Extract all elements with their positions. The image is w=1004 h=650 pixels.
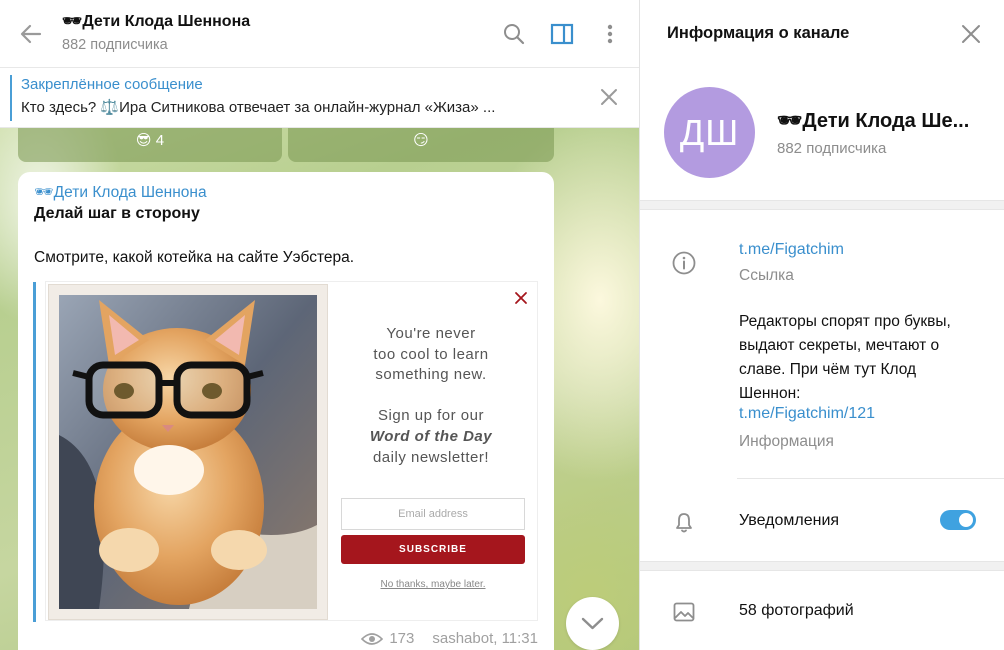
eye-icon: [361, 632, 384, 645]
notifications-label: Уведомления: [739, 512, 840, 529]
avatar[interactable]: ДШ: [664, 87, 755, 178]
reaction-count: 4: [155, 132, 165, 149]
pinned-accent-bar: [10, 75, 12, 121]
info-panel-title: Информация о канале: [667, 24, 850, 42]
search-icon[interactable]: [500, 20, 528, 48]
ad-line: something new.: [375, 366, 487, 383]
ad-line: daily newsletter!: [372, 449, 490, 466]
ad-line: You're never: [386, 325, 476, 342]
scroll-down-button[interactable]: [566, 597, 619, 650]
pinned-message[interactable]: Закреплённое сообщение Кто здесь? ⚖️Ира …: [0, 68, 639, 128]
back-arrow-icon[interactable]: [16, 20, 46, 48]
media-accent-bar: [33, 282, 36, 622]
decline-link[interactable]: No thanks, maybe later.: [341, 579, 525, 590]
message-text: Смотрите, какой котейка на сайте Уэбстер…: [34, 249, 355, 266]
channel-info-panel: Информация о канале ДШ 🕶Дети Клода Ше...…: [640, 0, 1004, 650]
channel-name: 🕶Дети Клода Ше...: [777, 110, 970, 132]
ad-line: too cool to learn: [373, 346, 489, 363]
row-divider: [737, 478, 1004, 479]
ad-line-emphasis: Word of the Day: [369, 428, 493, 445]
message-bubble: 🕶Дети Клода Шеннона Делай шаг в сторону …: [18, 172, 554, 650]
reaction-button[interactable]: 😏: [288, 128, 554, 162]
chat-pane: 🕶Дети Клода Шеннона 882 подписчика Закре…: [0, 0, 639, 650]
message-author[interactable]: 🕶Дети Клода Шеннона: [34, 183, 207, 202]
description-link[interactable]: t.me/Figatchim/121: [739, 405, 875, 423]
description-caption: Информация: [739, 433, 834, 450]
chat-header: 🕶Дети Клода Шеннона 882 подписчика: [0, 0, 639, 68]
channel-subscriber-count: 882 подписчика: [777, 140, 887, 157]
section-divider: [640, 200, 1004, 210]
message-signature: sashabot, 11:31: [432, 630, 538, 647]
media-preview[interactable]: You're never too cool to learn something…: [45, 281, 538, 621]
photos-row[interactable]: 58 фотографий: [739, 602, 854, 620]
ad-close-icon[interactable]: [513, 290, 529, 306]
ad-line: Sign up for our: [378, 407, 484, 424]
close-icon[interactable]: [959, 22, 983, 46]
email-field[interactable]: Email address: [341, 498, 525, 530]
channel-link[interactable]: t.me/Figatchim: [739, 241, 844, 259]
chat-title[interactable]: 🕶Дети Клода Шеннона: [62, 11, 250, 31]
message-heading: Делай шаг в сторону: [34, 205, 200, 222]
reaction-button[interactable]: 😎 4: [18, 128, 282, 162]
link-caption: Ссылка: [739, 267, 794, 284]
view-count: 173: [389, 630, 415, 647]
reaction-emoji: 😎: [135, 132, 152, 149]
reaction-emoji: 😏: [413, 132, 429, 149]
section-divider: [640, 561, 1004, 571]
info-icon: [672, 251, 696, 275]
sidebar-toggle-icon[interactable]: [548, 20, 576, 48]
photo-icon: [673, 602, 695, 622]
more-vertical-icon[interactable]: [596, 20, 624, 48]
chat-subscriber-count: 882 подписчика: [62, 37, 168, 53]
close-pinned-icon[interactable]: [598, 86, 620, 108]
subscribe-button[interactable]: SUBSCRIBE: [341, 535, 525, 564]
chevron-down-icon: [581, 617, 604, 630]
notifications-toggle[interactable]: [940, 510, 976, 530]
pinned-text: Кто здесь? ⚖️Ира Ситникова отвечает за о…: [21, 99, 496, 116]
toggle-knob: [957, 511, 975, 529]
cat-photo-frame: [48, 284, 328, 620]
pinned-title: Закреплённое сообщение: [21, 76, 203, 93]
cat-photo: [59, 295, 317, 609]
channel-description: Редакторы спорят про буквы, выдают секре…: [739, 313, 951, 402]
message-meta: 173 sashabot, 11:31: [361, 630, 538, 647]
bell-icon: [676, 513, 692, 533]
